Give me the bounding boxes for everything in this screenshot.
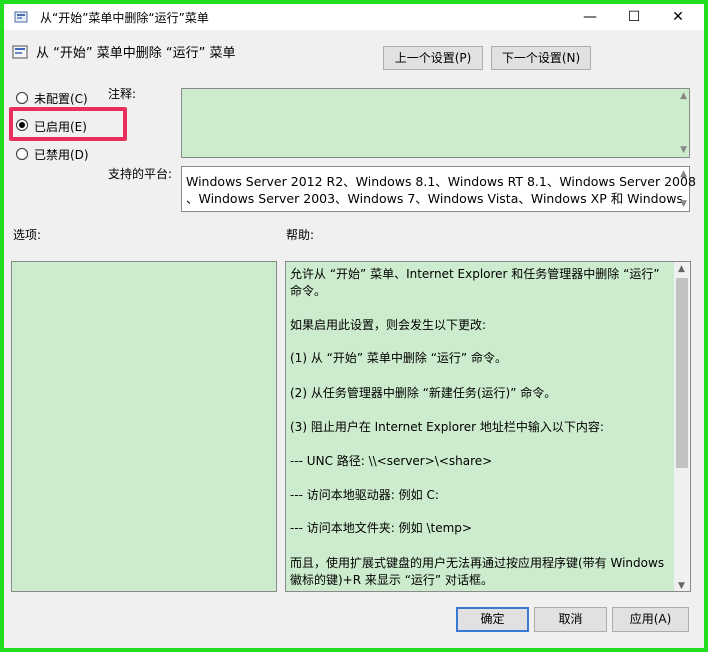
ok-button[interactable]: 确定	[456, 607, 529, 632]
minimize-button[interactable]: —	[568, 4, 612, 30]
previous-setting-button[interactable]: 上一个设置(P)	[383, 46, 483, 70]
scroll-up-icon[interactable]: ▲	[680, 91, 687, 101]
scroll-up-icon[interactable]: ▲	[678, 264, 685, 274]
platform-label: 支持的平台:	[108, 167, 173, 181]
scroll-down-icon[interactable]: ▼	[678, 581, 685, 591]
enabled-label[interactable]: 已启用(E)	[34, 118, 87, 135]
comment-label: 注释:	[108, 87, 137, 101]
help-line: (2) 从任务管理器中删除 “新建任务(运行)” 命令。	[290, 386, 557, 400]
cancel-button[interactable]: 取消	[534, 607, 607, 632]
platform-line: 、Windows Server 2003、Windows 7、Windows V…	[186, 191, 683, 206]
options-pane	[11, 261, 277, 592]
close-button[interactable]: ✕	[656, 4, 700, 30]
title-bar: 从“开始”菜单中删除“运行”菜单 — ☐ ✕	[4, 4, 704, 30]
policy-setting-icon	[12, 45, 28, 59]
policy-icon	[14, 11, 28, 23]
window-title: 从“开始”菜单中删除“运行”菜单	[40, 11, 209, 25]
scroll-down-icon[interactable]: ▼	[680, 145, 687, 155]
scrollbar-thumb[interactable]	[676, 278, 688, 468]
help-line: --- UNC 路径: \\<server>\<share>	[290, 454, 493, 468]
policy-name: 从 “开始” 菜单中删除 “运行” 菜单	[36, 46, 236, 61]
help-scrollbar[interactable]: ▲ ▼	[674, 262, 690, 591]
help-pane: 允许从 “开始” 菜单、Internet Explorer 和任务管理器中删除 …	[285, 261, 691, 592]
scroll-up-icon[interactable]: ▲	[680, 169, 687, 179]
comment-textarea[interactable]: ▲ ▼	[181, 88, 690, 158]
help-line: 允许从 “开始” 菜单、Internet Explorer 和任务管理器中删除 …	[290, 267, 660, 281]
help-line: (3) 阻止用户在 Internet Explorer 地址栏中输入以下内容:	[290, 420, 604, 434]
help-line: 徽标的键)+R 来显示 “运行” 对话框。	[290, 573, 493, 587]
apply-button[interactable]: 应用(A)	[612, 607, 689, 632]
help-label: 帮助:	[286, 228, 315, 242]
platform-box: Windows Server 2012 R2、Windows 8.1、Windo…	[181, 166, 696, 212]
help-line: --- 访问本地文件夹: 例如 \temp>	[290, 521, 472, 535]
disabled-label[interactable]: 已禁用(D)	[34, 146, 89, 163]
not-configured-radio[interactable]	[16, 92, 28, 104]
help-line: 而且，使用扩展式键盘的用户无法再通过按应用程序键(带有 Windows	[290, 556, 665, 570]
help-line: --- 访问本地驱动器: 例如 C:	[290, 488, 439, 502]
help-line: 命令。	[290, 284, 327, 298]
help-line: 如果启用此设置，则会发生以下更改:	[290, 318, 487, 332]
disabled-radio[interactable]	[16, 148, 28, 160]
help-line: (1) 从 “开始” 菜单中删除 “运行” 命令。	[290, 351, 507, 365]
dialog-body: 从 “开始” 菜单中删除 “运行” 菜单 上一个设置(P) 下一个设置(N) 未…	[4, 30, 704, 648]
not-configured-label[interactable]: 未配置(C)	[34, 90, 88, 107]
scroll-down-icon[interactable]: ▼	[680, 199, 687, 209]
options-label: 选项:	[13, 228, 42, 242]
maximize-button[interactable]: ☐	[612, 4, 656, 30]
next-setting-button[interactable]: 下一个设置(N)	[491, 46, 591, 70]
enabled-radio[interactable]	[16, 119, 28, 131]
